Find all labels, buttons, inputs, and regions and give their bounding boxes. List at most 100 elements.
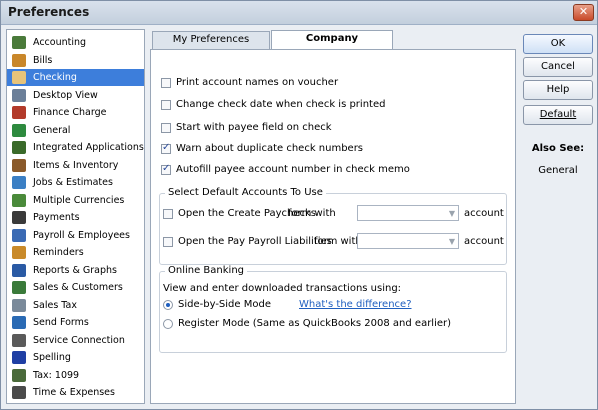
- sidebar-item-label: Tax: 1099: [33, 369, 80, 381]
- sidebar-item-items-inventory[interactable]: Items & Inventory: [7, 157, 144, 174]
- sidebar-item-finance-charge[interactable]: Finance Charge: [7, 104, 144, 121]
- sidebar-item-sales-customers[interactable]: Sales & Customers: [7, 279, 144, 296]
- payments-icon: [12, 211, 26, 224]
- spelling-icon: [12, 351, 26, 364]
- multiple-currencies-icon: [12, 193, 26, 207]
- sidebar-item-reminders[interactable]: Reminders: [7, 244, 144, 261]
- sidebar-item-label: Service Connection: [33, 334, 125, 346]
- sidebar-item-label: Finance Charge: [33, 107, 107, 118]
- also-see-general[interactable]: General: [523, 165, 593, 176]
- option-label: Print account names on voucher: [176, 77, 339, 88]
- sidebar-item-payroll-employees[interactable]: Payroll & Employees: [7, 227, 144, 244]
- option-label: Warn about duplicate check numbers: [176, 143, 364, 154]
- sidebar-item-label: Accounting: [33, 37, 87, 48]
- general-icon: [12, 123, 26, 137]
- payroll-employees-icon: [12, 228, 26, 242]
- close-button[interactable]: ✕: [573, 4, 594, 21]
- option-checkbox[interactable]: [161, 100, 171, 110]
- title-bar: Preferences ✕: [1, 1, 597, 25]
- sidebar-item-send-forms[interactable]: Send Forms: [7, 314, 144, 331]
- sidebar-item-label: Bills: [33, 54, 53, 66]
- sidebar-item-label: Sales Tax: [33, 299, 77, 311]
- sidebar-item-bills[interactable]: Bills: [7, 52, 144, 69]
- form-with-label: form with: [314, 236, 362, 247]
- tab-company-preferences[interactable]: Company Preferences: [271, 30, 393, 60]
- sidebar-item-label: General: [33, 124, 71, 136]
- chevron-down-icon: ▼: [448, 209, 455, 218]
- cancel-button[interactable]: Cancel: [523, 57, 593, 77]
- sidebar-item-integrated-applications[interactable]: Integrated Applications: [7, 139, 144, 156]
- option-checkbox[interactable]: [161, 123, 171, 133]
- sidebar-item-label: Jobs & Estimates: [33, 177, 113, 188]
- tax-1099-icon: [12, 368, 26, 382]
- sidebar-item-tax-1099[interactable]: Tax: 1099: [7, 367, 144, 384]
- sidebar-item-reports-graphs[interactable]: Reports & Graphs: [7, 262, 144, 279]
- option-label: Autofill payee account number in check m…: [176, 164, 410, 175]
- default-button[interactable]: Default: [523, 105, 593, 125]
- default-account-checkbox[interactable]: [163, 209, 173, 219]
- sidebar-item-label: Reminders: [33, 247, 84, 258]
- integrated-applications-icon: [12, 141, 26, 154]
- account-label: account: [464, 208, 504, 219]
- desktop-view-icon: [12, 88, 26, 102]
- account-label: account: [464, 236, 504, 247]
- sidebar-item-service-connection[interactable]: Service Connection: [7, 332, 144, 349]
- option-label: Start with payee field on check: [176, 122, 332, 133]
- form-with-label: form with: [288, 208, 336, 219]
- preferences-panel: Print account names on voucher Change che…: [150, 49, 516, 404]
- option-checkbox[interactable]: [161, 163, 171, 175]
- account-dropdown[interactable]: ▼: [357, 205, 459, 221]
- sidebar-item-label: Time & Expenses: [33, 387, 115, 398]
- bills-icon: [12, 53, 26, 67]
- sales-tax-icon: [12, 298, 26, 312]
- sidebar-item-label: Reports & Graphs: [33, 264, 117, 276]
- chevron-down-icon: ▼: [448, 237, 455, 246]
- account-dropdown[interactable]: ▼: [357, 233, 459, 249]
- option-checkbox[interactable]: [161, 78, 171, 88]
- side-by-side-radio[interactable]: [163, 300, 173, 310]
- accounting-icon: [12, 36, 26, 49]
- option-checkbox[interactable]: [161, 142, 171, 154]
- default-account-label: Open the Pay Payroll Liabilities: [178, 236, 332, 247]
- register-mode-radio[interactable]: [163, 319, 173, 329]
- help-button[interactable]: Help: [523, 80, 593, 100]
- sidebar-item-sales-tax[interactable]: Sales Tax: [7, 297, 144, 314]
- sidebar-item-label: Payroll & Employees: [33, 229, 130, 241]
- sidebar-item-label: Spelling: [33, 352, 71, 363]
- sidebar-item-general[interactable]: General: [7, 122, 144, 139]
- option-label: Change check date when check is printed: [176, 99, 386, 110]
- sidebar-item-label: Checking: [33, 72, 77, 83]
- sidebar-item-label: Multiple Currencies: [33, 194, 125, 206]
- sidebar-item-label: Sales & Customers: [33, 282, 123, 293]
- sidebar-item-spelling[interactable]: Spelling: [7, 349, 144, 366]
- sidebar-item-payments[interactable]: Payments: [7, 209, 144, 226]
- sidebar-item-label: Send Forms: [33, 317, 89, 328]
- sidebar-item-label: Items & Inventory: [33, 159, 119, 171]
- sidebar-item-time-expenses[interactable]: Time & Expenses: [7, 384, 144, 401]
- sidebar-item-checking[interactable]: Checking: [7, 69, 144, 86]
- preferences-category-list: Accounting Bills Checking Desktop View Finan…: [6, 29, 145, 404]
- default-account-checkbox[interactable]: [163, 237, 173, 247]
- sidebar-item-accounting[interactable]: Accounting: [7, 34, 144, 51]
- sidebar-item-multiple-currencies[interactable]: Multiple Currencies: [7, 192, 144, 209]
- checking-icon: [12, 71, 26, 84]
- online-banking-title: Online Banking: [165, 265, 248, 276]
- sales-customers-icon: [12, 281, 26, 294]
- service-connection-icon: [12, 333, 26, 347]
- finance-charge-icon: [12, 106, 26, 119]
- send-forms-icon: [12, 316, 26, 329]
- preferences-window: Preferences ✕ Accounting Bills Checking Des…: [0, 0, 598, 410]
- time-expenses-icon: [12, 386, 26, 399]
- register-mode-label: Register Mode (Same as QuickBooks 2008 a…: [178, 318, 452, 329]
- window-title: Preferences: [8, 5, 90, 19]
- default-accounts-title: Select Default Accounts To Use: [165, 187, 326, 198]
- tab-my-preferences[interactable]: My Preferences: [152, 31, 270, 49]
- whats-the-difference-link[interactable]: What's the difference?: [299, 299, 412, 310]
- items-inventory-icon: [12, 158, 26, 172]
- sidebar-item-desktop-view[interactable]: Desktop View: [7, 87, 144, 104]
- sidebar-item-label: Payments: [33, 212, 80, 223]
- sidebar-item-jobs-estimates[interactable]: Jobs & Estimates: [7, 174, 144, 191]
- ok-button[interactable]: OK: [523, 34, 593, 54]
- reminders-icon: [12, 246, 26, 259]
- sidebar-item-label: Desktop View: [33, 89, 98, 101]
